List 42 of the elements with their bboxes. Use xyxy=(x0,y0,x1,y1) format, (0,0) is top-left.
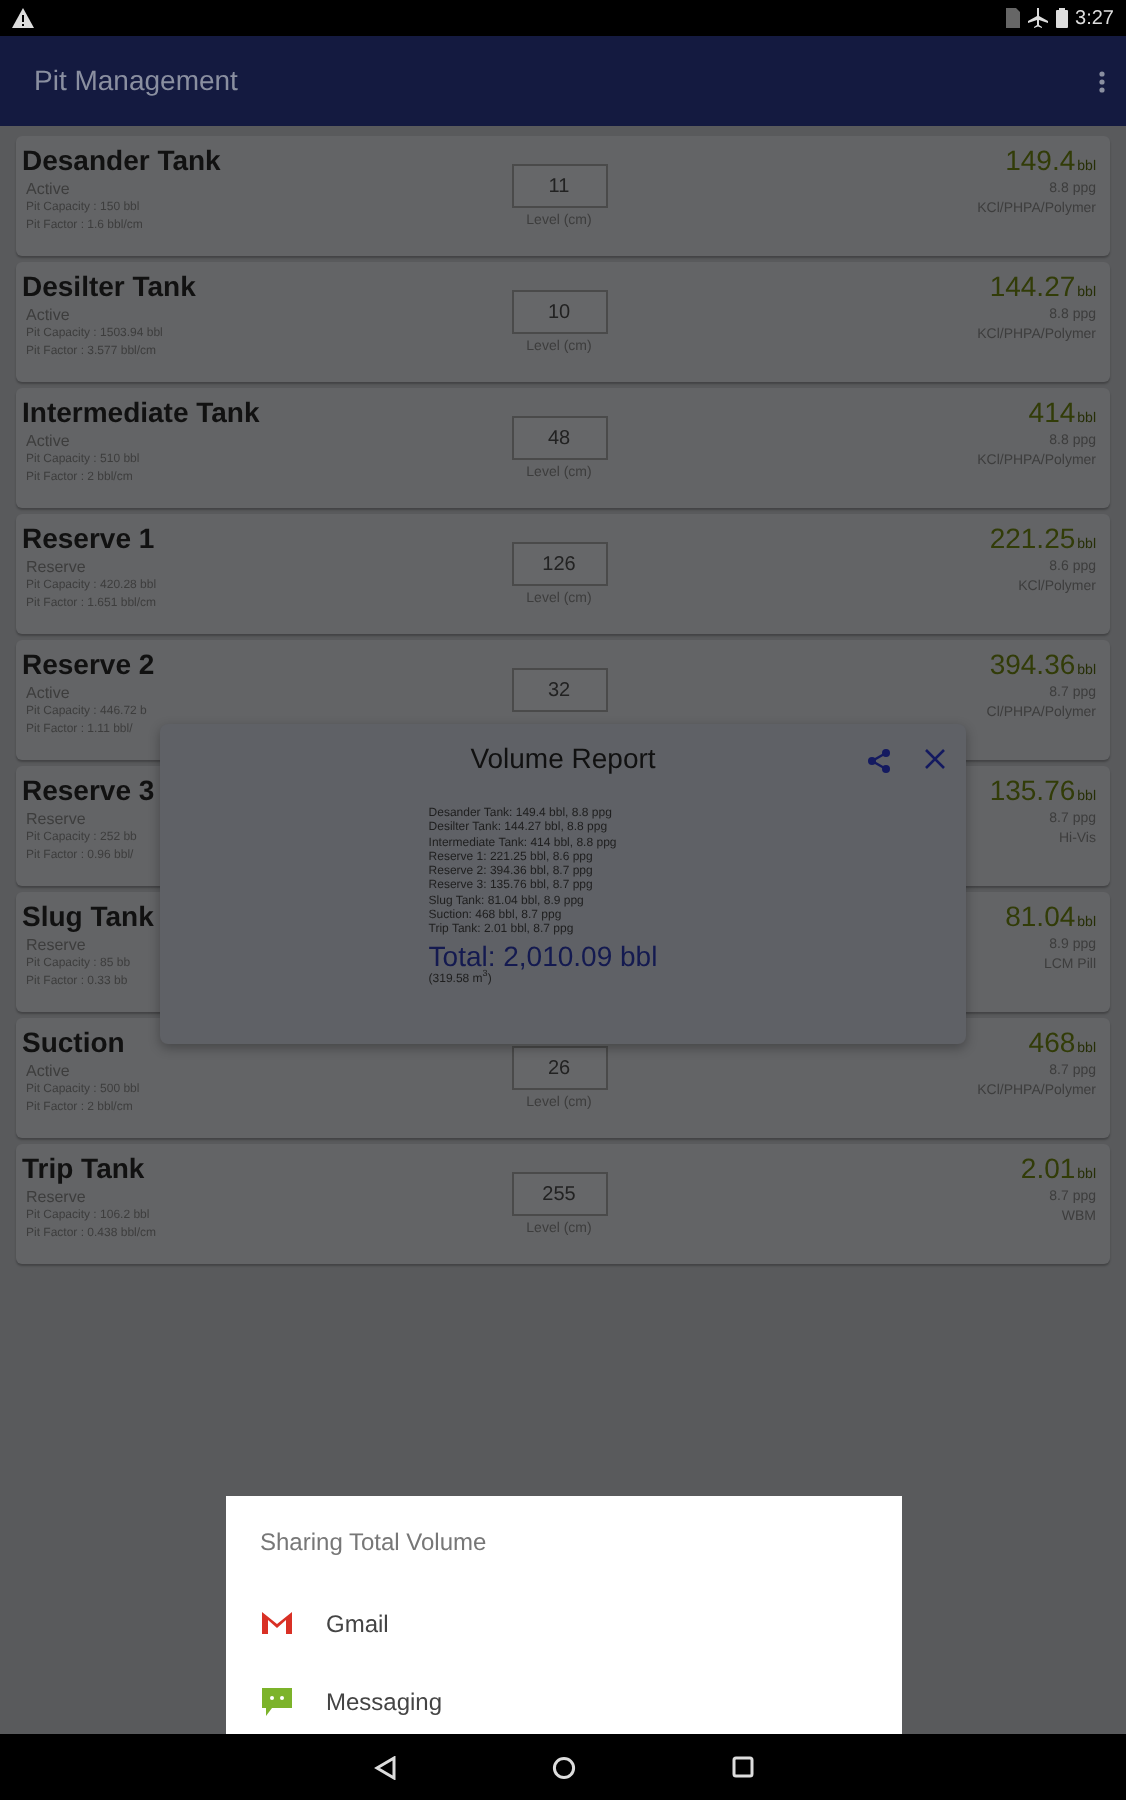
level-field[interactable]: 255 xyxy=(511,1172,607,1216)
volume-value: 144.27 xyxy=(989,270,1076,304)
report-total: Total: 2,010.09 bbl xyxy=(428,939,658,972)
tank-name: Desilter Tank xyxy=(22,270,196,304)
share-option[interactable]: Messaging xyxy=(226,1662,902,1740)
airplane-icon xyxy=(1027,8,1048,28)
tank-name: Slug Tank xyxy=(22,900,154,934)
clock-time: 3:27 xyxy=(1075,5,1114,33)
volume-value: 221.25 xyxy=(989,522,1076,556)
volume-value: 135.76 xyxy=(989,774,1076,808)
back-button[interactable] xyxy=(373,1755,395,1779)
tank-name: Intermediate Tank xyxy=(22,396,260,430)
volume-value: 81.04 xyxy=(1005,900,1076,934)
level-field[interactable]: 48 xyxy=(511,416,607,460)
battery-icon xyxy=(1055,8,1068,28)
app-title: Pit Management xyxy=(34,62,238,100)
volume-value: 468 xyxy=(1028,1026,1076,1060)
level-field[interactable]: 32 xyxy=(511,668,607,712)
tank-name: Suction xyxy=(22,1026,125,1060)
mail-app-icon xyxy=(260,1610,294,1636)
volume-value: 149.4 xyxy=(1005,144,1076,178)
level-field[interactable]: 26 xyxy=(511,1046,607,1090)
home-button[interactable] xyxy=(551,1755,575,1779)
tank-name: Reserve 2 xyxy=(22,648,155,682)
share-option[interactable]: Gmail xyxy=(226,1584,902,1662)
tank-name: Reserve 3 xyxy=(22,774,155,808)
chat-app-icon xyxy=(260,1685,294,1717)
share-icon[interactable] xyxy=(866,747,892,773)
level-field[interactable]: 11 xyxy=(511,164,607,208)
share-sheet-title: Sharing Total Volume xyxy=(260,1528,487,1556)
level-field[interactable]: 126 xyxy=(511,542,607,586)
tank-name: Trip Tank xyxy=(22,1152,145,1186)
volume-value: 414 xyxy=(1028,396,1076,430)
volume-value: 2.01 xyxy=(1020,1152,1076,1186)
level-field[interactable]: 10 xyxy=(511,290,607,334)
close-icon[interactable] xyxy=(924,747,946,773)
tank-name: Desander Tank xyxy=(22,144,221,178)
sim-card-icon xyxy=(1005,8,1020,28)
recents-button[interactable] xyxy=(731,1756,753,1778)
warning-icon xyxy=(12,8,34,28)
tank-name: Reserve 1 xyxy=(22,522,155,556)
volume-value: 394.36 xyxy=(989,648,1076,682)
